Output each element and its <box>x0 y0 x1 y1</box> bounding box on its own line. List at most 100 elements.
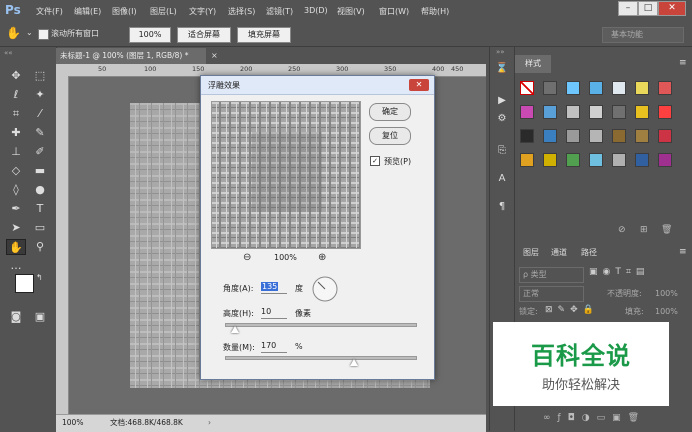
history-panel-icon[interactable]: ⌛ <box>494 61 510 77</box>
path-selection-tool-icon[interactable]: ➤ <box>6 220 26 236</box>
maximize-button[interactable]: □ <box>638 1 658 16</box>
clone-stamp-tool-icon[interactable]: ⊥ <box>6 144 26 160</box>
pen-tool-icon[interactable]: ✒ <box>6 201 26 217</box>
angle-dial[interactable] <box>312 276 338 302</box>
style-swatch[interactable] <box>635 105 649 119</box>
crop-tool-icon[interactable]: ⌗ <box>6 106 26 122</box>
style-swatch[interactable] <box>635 153 649 167</box>
document-tab[interactable]: 未标题-1 @ 100% (图层 1, RGB/8) * <box>56 48 206 64</box>
style-swatch[interactable] <box>635 81 649 95</box>
healing-brush-tool-icon[interactable]: ✚ <box>6 125 26 141</box>
marquee-tool-icon[interactable]: ⬚ <box>30 68 50 84</box>
properties-panel-icon[interactable]: ⚙ <box>494 111 510 127</box>
style-swatch[interactable] <box>589 153 603 167</box>
layer-kind-filter[interactable]: ρ 类型 <box>519 267 584 283</box>
chevron-down-icon[interactable]: ⌄ <box>26 28 33 37</box>
new-style-icon[interactable]: ⊞ <box>640 225 648 235</box>
style-swatch[interactable] <box>520 153 534 167</box>
layer-actions-icons[interactable]: ∞ƒ◘◑▭▣🗑 <box>543 413 646 423</box>
zoom-tool-icon[interactable]: ⚲ <box>30 239 50 255</box>
height-input[interactable]: 10 <box>261 306 287 319</box>
eyedropper-tool-icon[interactable]: ⁄ <box>30 106 50 122</box>
delete-style-icon[interactable]: 🗑 <box>661 225 672 235</box>
magic-wand-tool-icon[interactable]: ✦ <box>30 87 50 103</box>
lasso-tool-icon[interactable]: ℓ <box>6 87 26 103</box>
style-swatch[interactable] <box>566 81 580 95</box>
menu-image[interactable]: 图像(I) <box>112 6 137 17</box>
collapse-arrows-icon[interactable]: »» <box>496 48 505 56</box>
amount-slider-thumb[interactable] <box>350 359 359 366</box>
menu-filter[interactable]: 滤镜(T) <box>266 6 293 17</box>
filter-preview[interactable] <box>211 101 361 249</box>
document-info[interactable]: 文档:468.8K/468.8K <box>110 415 183 430</box>
type-tool-icon[interactable]: T <box>30 201 50 217</box>
more-tools-icon[interactable]: … <box>6 258 26 274</box>
scroll-all-windows-checkbox[interactable] <box>38 29 49 40</box>
shape-tool-icon[interactable]: ▭ <box>30 220 50 236</box>
style-swatch[interactable] <box>543 129 557 143</box>
style-swatch[interactable] <box>543 81 557 95</box>
swap-colors-icon[interactable]: ↰ <box>36 273 43 282</box>
lock-icons[interactable]: ⊠✎✥🔒 <box>545 305 599 315</box>
menu-window[interactable]: 窗口(W) <box>379 6 409 17</box>
zoom-100-button[interactable]: 100% <box>129 27 171 43</box>
actions-panel-icon[interactable]: ▶ <box>494 93 510 109</box>
menu-help[interactable]: 帮助(H) <box>421 6 449 17</box>
dodge-tool-icon[interactable]: ● <box>30 182 50 198</box>
style-swatch[interactable] <box>520 105 534 119</box>
foreground-color-swatch[interactable] <box>15 274 34 293</box>
menu-edit[interactable]: 编辑(E) <box>74 6 101 17</box>
tab-channels[interactable]: 通道 <box>551 245 567 261</box>
style-swatch[interactable] <box>566 129 580 143</box>
clone-source-panel-icon[interactable]: ⎘ <box>494 143 510 159</box>
menu-file[interactable]: 文件(F) <box>36 6 63 17</box>
paragraph-panel-icon[interactable]: ¶ <box>494 199 510 215</box>
fit-screen-button[interactable]: 适合屏幕 <box>177 27 231 43</box>
minimize-button[interactable]: – <box>618 1 638 16</box>
preview-checkbox[interactable]: ✓ <box>370 156 380 166</box>
menu-type[interactable]: 文字(Y) <box>189 6 216 17</box>
style-swatch[interactable] <box>658 153 672 167</box>
dialog-close-button[interactable]: ✕ <box>409 79 429 91</box>
workspace-select[interactable]: 基本功能 <box>602 27 684 43</box>
blur-tool-icon[interactable]: ◊ <box>6 182 26 198</box>
style-swatch[interactable] <box>612 129 626 143</box>
ok-button[interactable]: 确定 <box>369 103 411 121</box>
style-swatch[interactable] <box>612 105 626 119</box>
brush-tool-icon[interactable]: ✎ <box>30 125 50 141</box>
close-window-button[interactable]: ✕ <box>658 1 686 16</box>
clear-style-icon[interactable]: ⊘ <box>618 225 626 235</box>
panel-menu-icon[interactable]: ≡ <box>679 58 687 68</box>
style-swatch[interactable] <box>543 105 557 119</box>
style-swatch[interactable] <box>612 153 626 167</box>
zoom-out-icon[interactable]: ⊖ <box>243 252 251 263</box>
style-swatch[interactable] <box>566 105 580 119</box>
menu-select[interactable]: 选择(S) <box>228 6 255 17</box>
move-tool-icon[interactable]: ✥ <box>6 68 26 84</box>
close-tab-icon[interactable]: × <box>211 51 219 60</box>
menu-3d[interactable]: 3D(D) <box>304 6 328 15</box>
amount-input[interactable]: 170 <box>261 340 287 353</box>
style-swatch[interactable] <box>589 81 603 95</box>
tab-layers[interactable]: 图层 <box>523 245 539 261</box>
blend-mode-select[interactable]: 正常 <box>519 286 584 302</box>
reset-button[interactable]: 复位 <box>369 127 411 145</box>
eraser-tool-icon[interactable]: ◇ <box>6 163 26 179</box>
panel-menu-icon[interactable]: ≡ <box>679 247 687 257</box>
style-swatch[interactable] <box>658 81 672 95</box>
zoom-level[interactable]: 100% <box>62 415 83 430</box>
style-swatch[interactable] <box>520 81 534 95</box>
style-swatch[interactable] <box>612 81 626 95</box>
collapse-arrows-icon[interactable]: «« <box>4 49 13 57</box>
style-swatch[interactable] <box>635 129 649 143</box>
screen-mode-icon[interactable]: ▣ <box>30 309 50 325</box>
angle-input[interactable]: 135 <box>261 281 287 294</box>
style-swatch[interactable] <box>658 129 672 143</box>
history-brush-tool-icon[interactable]: ✐ <box>30 144 50 160</box>
amount-slider-track[interactable] <box>225 356 417 360</box>
fill-value[interactable]: 100% <box>655 305 678 319</box>
dialog-title-bar[interactable]: 浮雕效果 ✕ <box>201 76 434 95</box>
menu-view[interactable]: 视图(V) <box>337 6 365 17</box>
style-swatch[interactable] <box>658 105 672 119</box>
style-swatch[interactable] <box>543 153 557 167</box>
